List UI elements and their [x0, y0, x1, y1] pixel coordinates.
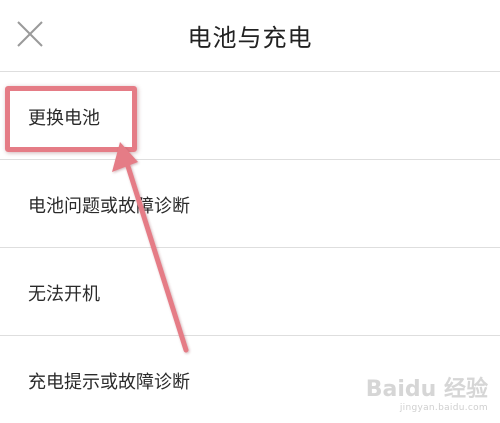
menu-item-label: 更换电池: [28, 108, 100, 129]
menu-item-battery-diagnosis[interactable]: 电池问题或故障诊断: [0, 160, 500, 248]
page-title: 电池与充电: [187, 24, 313, 52]
battery-charging-page: 电池与充电 更换电池 电池问题或故障诊断 无法开机 充电提示或故障诊断 Baid…: [0, 0, 500, 423]
menu-item-charging-diagnosis[interactable]: 充电提示或故障诊断: [0, 336, 500, 423]
menu-item-replace-battery[interactable]: 更换电池: [0, 72, 500, 160]
menu-item-label: 电池问题或故障诊断: [28, 196, 190, 217]
menu-list: 更换电池 电池问题或故障诊断 无法开机 充电提示或故障诊断: [0, 72, 500, 423]
menu-item-cannot-power-on[interactable]: 无法开机: [0, 248, 500, 336]
menu-item-label: 无法开机: [28, 284, 100, 305]
header-bar: 电池与充电: [0, 0, 500, 72]
menu-item-label: 充电提示或故障诊断: [28, 372, 190, 393]
